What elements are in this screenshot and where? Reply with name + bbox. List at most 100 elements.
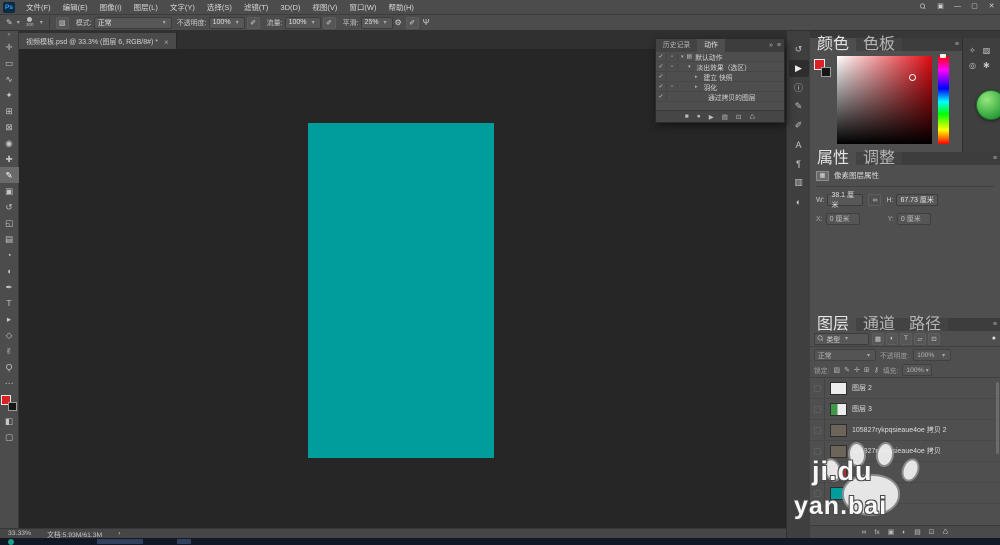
quick-mask-button[interactable]: ◧ — [0, 413, 19, 429]
layer-thumbnail[interactable] — [830, 403, 847, 416]
layer-name[interactable]: 105827rykpqsieaue4oe 拷贝 — [852, 446, 941, 456]
opacity-pressure-icon[interactable]: ✐ — [247, 17, 260, 29]
hue-slider-marker[interactable] — [940, 54, 946, 58]
collapsed-panel-icon[interactable]: ▶ — [789, 60, 809, 77]
layer-row[interactable] — [810, 483, 1000, 504]
layer-filter-icon[interactable]: ▱ — [914, 333, 926, 345]
tool-button[interactable]: ✚ — [0, 151, 19, 167]
lock-icon[interactable]: ⊞ — [864, 366, 870, 374]
collapsed-panel-icon[interactable]: ✐ — [789, 117, 809, 134]
size-pressure-icon[interactable]: ✐ — [406, 17, 419, 29]
tool-button[interactable]: ✛ — [0, 39, 19, 55]
background-color-swatch[interactable] — [821, 67, 831, 77]
checkmark-icon[interactable]: ✓ — [656, 73, 667, 80]
panel-tab[interactable]: 调整 — [856, 152, 902, 165]
canvas-document[interactable] — [308, 123, 494, 458]
hue-slider[interactable] — [938, 56, 949, 144]
menu-item[interactable]: 文字(Y) — [164, 0, 201, 15]
checkmark-icon[interactable]: ✓ — [656, 93, 667, 100]
action-button-icon[interactable]: ▤ — [722, 113, 728, 121]
close-icon[interactable]: × — [164, 38, 169, 47]
lock-icon[interactable]: ✎ — [844, 366, 850, 374]
expand-icon[interactable]: ▸ — [695, 84, 698, 90]
workspace-icon[interactable]: ▣ — [932, 0, 949, 14]
collapsed-panel-icon[interactable]: ◐ — [789, 193, 809, 210]
tool-button[interactable]: ◉ — [0, 135, 19, 151]
collapsed-panel-icon[interactable]: ↺ — [789, 41, 809, 58]
tool-button[interactable]: ⊞ — [0, 103, 19, 119]
collapsed-panel-icon[interactable]: ⓘ — [789, 79, 809, 96]
layers-toolbar-icon[interactable]: ⊡ — [929, 528, 935, 536]
panel-tab[interactable]: 历史记录 — [656, 39, 697, 52]
action-row[interactable]: ✓ 通过拷贝的图层 — [656, 92, 784, 102]
tool-button[interactable]: T — [0, 295, 19, 311]
status-arrow-icon[interactable]: › — [118, 530, 120, 537]
layer-thumbnail[interactable] — [830, 382, 847, 395]
action-button-icon[interactable]: ♺ — [749, 113, 755, 121]
layer-row[interactable]: 105827rykpqsieaue4oe 拷贝 — [810, 441, 1000, 462]
tool-button[interactable]: ▸ — [0, 311, 19, 327]
collapse-panel-icon[interactable]: » — [769, 39, 773, 52]
collapsed-panel-icon[interactable]: A — [789, 136, 809, 153]
taskbar-item[interactable] — [177, 539, 191, 544]
layer-filter-type-select[interactable]: Ϙ 类型 ▾ — [814, 333, 869, 345]
menu-item[interactable]: 文件(F) — [20, 0, 57, 15]
layer-blend-mode-select[interactable]: 正常 ▾ — [814, 349, 876, 361]
tool-button[interactable]: ⊠ — [0, 119, 19, 135]
color-picker-marker[interactable] — [909, 74, 916, 81]
checkmark-icon[interactable]: ✓ — [656, 83, 667, 90]
close-button[interactable]: ✕ — [983, 0, 1000, 14]
panel-menu-icon[interactable]: ≡ — [777, 39, 781, 52]
checkmark-icon[interactable]: ✓ — [656, 63, 667, 70]
layers-toolbar-icon[interactable]: ▣ — [888, 528, 894, 536]
tool-button[interactable]: ◔ — [0, 247, 19, 263]
maximize-button[interactable]: ▢ — [966, 0, 983, 14]
color-themes-icon[interactable]: ▨ — [983, 46, 991, 55]
action-row[interactable]: ✓ ▸ 建立 快照 — [656, 72, 784, 82]
width-input[interactable]: 38.1 厘米 — [827, 194, 863, 206]
menu-item[interactable]: 编辑(E) — [57, 0, 94, 15]
visibility-toggle[interactable] — [810, 420, 825, 440]
airbrush-icon[interactable]: ✐ — [323, 17, 336, 29]
layer-filter-icon[interactable]: ◐ — [886, 333, 898, 345]
action-button-icon[interactable]: ■ — [685, 113, 689, 120]
tool-button[interactable]: ↺ — [0, 199, 19, 215]
layer-row[interactable]: 图层 2 — [810, 378, 1000, 399]
layer-thumbnail[interactable] — [830, 487, 847, 500]
action-button-icon[interactable]: ● — [697, 113, 701, 120]
filter-toggle-icon[interactable]: ● — [992, 335, 996, 342]
layer-row[interactable]: 图层 3 — [810, 399, 1000, 420]
lock-icon[interactable]: ✛ — [854, 366, 860, 374]
scrollbar[interactable] — [996, 382, 999, 454]
opacity-input[interactable]: 100% ▾ — [209, 17, 245, 29]
panel-tab[interactable]: 色板 — [856, 38, 902, 51]
layer-row[interactable]: 105827rykpqsieaue4oe 拷贝 2 — [810, 420, 1000, 441]
screen-mode-button[interactable]: ▢ — [0, 429, 19, 445]
tool-button[interactable]: ∿ — [0, 71, 19, 87]
tool-button[interactable]: ◱ — [0, 215, 19, 231]
tool-button[interactable]: ◖ — [0, 263, 19, 279]
action-button-icon[interactable]: ▶ — [709, 113, 714, 121]
tool-button[interactable]: ✦ — [0, 87, 19, 103]
panel-tab[interactable]: 动作 — [697, 39, 725, 52]
zoom-level[interactable]: 33.33% — [8, 530, 31, 537]
menu-item[interactable]: 图层(L) — [128, 0, 164, 15]
smoothing-input[interactable]: 25% ▾ — [361, 17, 393, 29]
layer-thumbnail[interactable] — [830, 466, 847, 479]
visibility-toggle[interactable] — [810, 399, 825, 419]
panel-menu-icon[interactable]: ≡ — [955, 38, 959, 51]
x-input[interactable]: 0 厘米 — [826, 213, 860, 225]
collapse-toolbar-icon[interactable]: » — [7, 31, 10, 39]
tool-button[interactable]: ✎ — [0, 167, 19, 183]
floating-recorder-badge[interactable] — [976, 90, 1000, 120]
expand-icon[interactable]: ▾ — [681, 54, 684, 60]
flow-input[interactable]: 100% ▾ — [285, 17, 321, 29]
dialog-toggle-icon[interactable]: ▫ — [667, 64, 678, 70]
menu-item[interactable]: 窗口(W) — [343, 0, 382, 15]
menu-item[interactable]: 帮助(H) — [383, 0, 420, 15]
y-input[interactable]: 0 厘米 — [897, 213, 931, 225]
collapsed-panel-icon[interactable]: ▥ — [789, 174, 809, 191]
gear-icon[interactable]: ⚙ — [393, 18, 404, 27]
height-input[interactable]: 67.73 厘米 — [896, 194, 938, 206]
panel-menu-icon[interactable]: ≡ — [993, 318, 997, 331]
